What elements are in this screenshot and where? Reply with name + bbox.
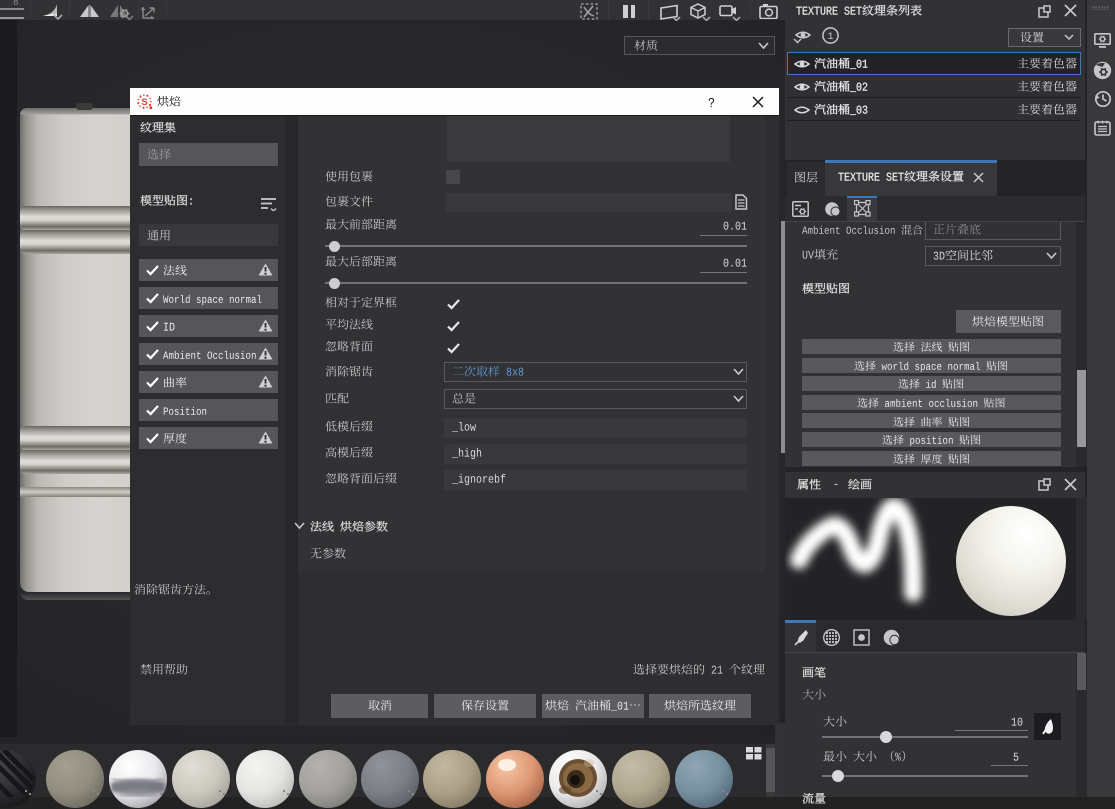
svg-text:S: S: [141, 97, 147, 108]
svg-text:1: 1: [827, 32, 833, 43]
